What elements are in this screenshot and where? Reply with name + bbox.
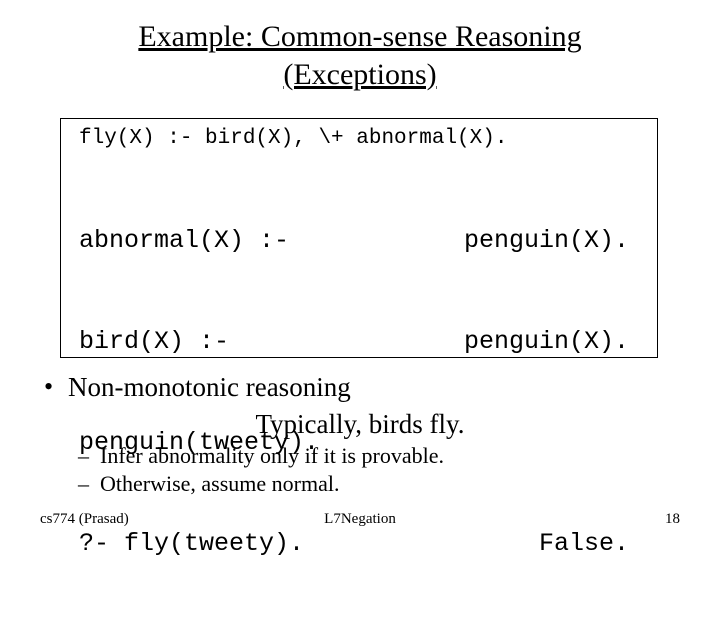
bullet-section: Non-monotonic reasoning Typically, birds… bbox=[40, 370, 680, 497]
code-bird-row: bird(X) :- penguin(X). bbox=[79, 325, 639, 359]
code-rule: fly(X) :- bird(X), \+ abnormal(X). bbox=[79, 127, 639, 150]
code-bird-right: penguin(X). bbox=[464, 325, 639, 359]
typically-line: Typically, birds fly. bbox=[40, 407, 680, 442]
code-bird-left: bird(X) :- bbox=[79, 325, 229, 359]
code-abnormal-right: penguin(X). bbox=[464, 224, 639, 258]
code-abnormal-row: abnormal(X) :- penguin(X). bbox=[79, 224, 639, 258]
code-answer: False. bbox=[539, 527, 639, 561]
code-query-row: ?- fly(tweety). False. bbox=[79, 527, 639, 561]
code-box: fly(X) :- bird(X), \+ abnormal(X). abnor… bbox=[60, 118, 658, 358]
footer-page-number: 18 bbox=[665, 511, 680, 528]
sub-bullet-2: Otherwise, assume normal. bbox=[40, 470, 680, 498]
code-query: ?- fly(tweety). bbox=[79, 527, 304, 561]
bullet-nonmonotonic: Non-monotonic reasoning bbox=[40, 370, 680, 405]
slide-title: Example: Common-sense Reasoning (Excepti… bbox=[0, 0, 720, 93]
sub-bullet-1: Infer abnormality only if it is provable… bbox=[40, 442, 680, 470]
code-abnormal-left: abnormal(X) :- bbox=[79, 224, 289, 258]
footer-center: L7Negation bbox=[0, 511, 720, 528]
title-line-2: (Exceptions) bbox=[283, 58, 436, 91]
slide: Example: Common-sense Reasoning (Excepti… bbox=[0, 0, 720, 540]
title-line-1: Example: Common-sense Reasoning bbox=[138, 20, 581, 53]
